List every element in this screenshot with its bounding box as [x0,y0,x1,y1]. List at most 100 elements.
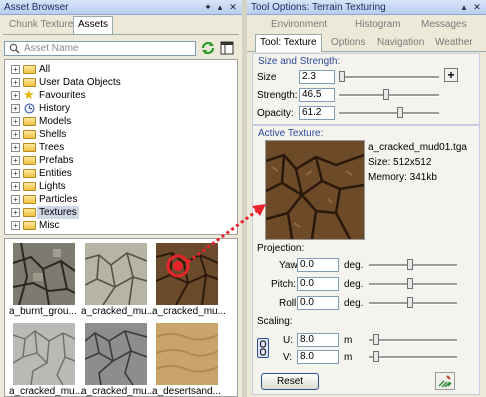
expand-icon[interactable]: + [11,104,20,113]
refresh-icon[interactable] [200,40,216,56]
strength-slider[interactable] [339,88,439,102]
folder-icon [23,117,36,126]
thumbnail-cracked-mud-a[interactable] [84,243,148,306]
tab-assets[interactable]: Assets [73,16,114,34]
tab-navigation[interactable]: Navigation [373,35,428,51]
thumbnail-label: a_cracked_mu... [9,386,83,397]
expand-icon[interactable]: + [11,208,20,217]
tab-histogram[interactable]: Histogram [351,17,405,33]
texture-preview-image [265,141,365,240]
paint-brush-icon[interactable] [435,372,455,390]
star-icon: ★ [23,87,35,102]
texture-thumbnail-image [12,242,76,306]
tree-item-label: Misc [39,220,60,231]
folder-icon [23,182,36,191]
texture-thumbnail-image [84,323,148,386]
asset-search-input[interactable]: Asset Name [4,41,196,56]
options-icon[interactable]: ▴ [458,1,470,13]
section-title: Active Texture: [258,128,324,139]
folder-icon [23,156,36,165]
close-icon[interactable]: ✕ [471,1,483,13]
asset-browser-titlebar: Asset Browser ✦ ▴ ✕ [0,0,242,15]
thumbnail-burnt-ground[interactable] [12,242,76,306]
section-title: Size and Strength: [258,56,341,67]
texture-thumbnail-image [155,243,219,306]
texture-name: a_cracked_mud01.tga [368,142,467,153]
v-unit: m [344,352,353,363]
tab-tool-texture[interactable]: Tool: Texture [255,34,322,52]
yaw-input[interactable]: 0.0 [297,258,339,272]
link-scale-icon[interactable] [257,338,269,358]
expand-icon[interactable]: + [11,143,20,152]
close-icon[interactable]: ✕ [227,1,239,13]
options-icon[interactable]: ▴ [214,1,226,13]
expand-icon[interactable]: + [11,182,20,191]
asset-browser-panel: Asset Browser ✦ ▴ ✕ Chunk Textures Asset… [0,0,242,397]
pitch-slider[interactable] [369,277,457,291]
tree-item-label: All [39,64,51,75]
texture-thumbnail-image [12,323,76,386]
folder-icon [23,221,36,230]
history-icon [24,103,35,114]
tab-environment[interactable]: Environment [267,17,331,33]
u-scale-slider[interactable] [369,333,457,347]
size-input[interactable]: 2.3 [299,70,335,84]
roll-slider[interactable] [369,296,457,310]
yaw-slider[interactable] [369,258,457,272]
reset-button[interactable]: Reset [261,373,319,390]
expand-icon[interactable]: + [11,91,20,100]
thumbnail-label: a_desertsand... [152,386,221,397]
tab-options[interactable]: Options [327,35,369,51]
expand-icon[interactable]: + [11,221,20,230]
search-placeholder: Asset Name [24,43,79,54]
size-strength-section: Size and Strength: Size 2.3 + Strength: … [252,53,480,125]
thumbnail-cracked-mud-b[interactable] [155,243,219,306]
size-slider[interactable] [339,70,439,84]
expand-icon[interactable]: + [11,65,20,74]
projection-title: Projection: [257,243,305,254]
tab-messages[interactable]: Messages [417,17,471,33]
active-texture-preview [265,140,365,240]
thumbnail-cracked-mud-d[interactable] [84,323,148,386]
asset-browser-title: Asset Browser [4,2,69,13]
thumbnail-cracked-mud-c[interactable] [12,323,76,386]
texture-memory: Memory: 341kb [368,172,437,183]
thumbnail-label: a_cracked_mu... [81,386,155,397]
expand-icon[interactable]: + [11,169,20,178]
tree-item-label: Prefabs [39,155,74,166]
add-icon[interactable]: + [444,68,458,82]
tree-item-label: Trees [39,142,65,153]
expand-icon[interactable]: + [11,78,20,87]
v-scale-slider[interactable] [369,350,457,364]
expand-icon[interactable]: + [11,117,20,126]
roll-label: Roll: [279,298,300,309]
expand-icon[interactable]: + [11,156,20,165]
tab-weather[interactable]: Weather [431,35,477,51]
folder-icon [23,195,36,204]
tree-item-label: Lights [39,181,66,192]
strength-input[interactable]: 46.5 [299,88,335,102]
roll-input[interactable]: 0.0 [297,296,339,310]
size-label: Size [257,72,277,83]
scaling-title: Scaling: [257,316,293,327]
expand-icon[interactable]: + [11,195,20,204]
asset-tree: + All + User Data Objects + ★ Favourites… [4,59,238,235]
tree-item-label: Entities [39,168,72,179]
thumbnail-desert-sand[interactable] [155,323,219,385]
tree-item-label: Particles [39,194,78,205]
pitch-unit: deg. [344,279,364,290]
u-input[interactable]: 8.0 [297,333,339,347]
texture-thumbnail-image [84,243,148,306]
v-input[interactable]: 8.0 [297,350,339,364]
pin-icon[interactable]: ✦ [202,1,214,13]
texture-size: Size: 512x512 [368,157,432,168]
opacity-input[interactable]: 61.2 [299,106,335,120]
opacity-slider[interactable] [339,106,439,120]
view-layout-icon[interactable] [220,41,234,55]
expand-icon[interactable]: + [11,130,20,139]
pitch-input[interactable]: 0.0 [297,277,339,291]
tab-chunk-textures[interactable]: Chunk Textures [5,17,82,33]
folder-icon [23,65,36,74]
pitch-label: Pitch: [271,279,297,290]
tab-row-1: Environment Histogram Messages [247,15,486,33]
